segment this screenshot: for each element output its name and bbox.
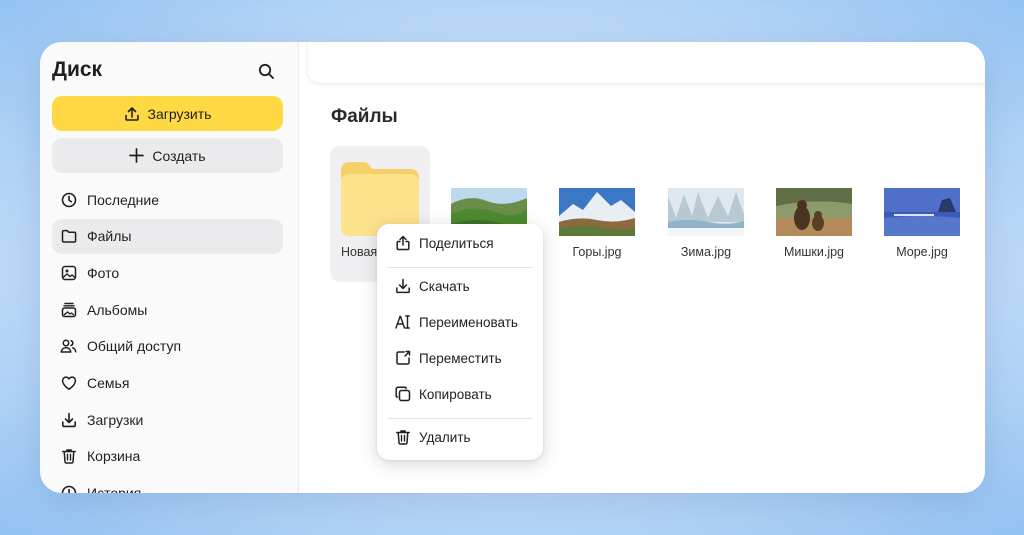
albums-icon <box>61 302 76 317</box>
menu-item-label: Копировать <box>419 386 492 402</box>
file-name: Зима.jpg <box>680 245 732 259</box>
disk-window: Диск Загрузить Создать Последние Файлы Ф… <box>40 42 985 493</box>
sidebar-item-label: Общий доступ <box>87 338 182 355</box>
sidebar-item-label: Загрузки <box>87 411 144 428</box>
menu-item-download[interactable]: Скачать <box>377 271 543 301</box>
copy-icon <box>395 386 411 402</box>
sidebar-item-files[interactable]: Файлы <box>52 218 283 254</box>
file-name: Новая <box>341 245 378 259</box>
sidebar: Диск Загрузить Создать Последние Файлы Ф… <box>40 42 299 493</box>
sidebar-nav: Последние Файлы Фото Альбомы Общий досту… <box>52 182 283 493</box>
sidebar-item-label: Фото <box>87 264 120 281</box>
file-name: Море.jpg <box>896 245 948 259</box>
context-menu: Поделиться Скачать Переименовать Перемес… <box>377 224 543 460</box>
history-icon <box>61 485 76 493</box>
sidebar-item-albums[interactable]: Альбомы <box>52 292 283 327</box>
photo-icon <box>61 265 76 281</box>
file-tile-image[interactable]: Мишки.jpg <box>764 146 864 282</box>
shared-icon <box>60 339 77 353</box>
winter-river-thumbnail <box>668 188 744 236</box>
family-heart-icon <box>61 376 76 390</box>
app-logo[interactable]: Диск <box>52 58 102 82</box>
sidebar-item-label: Последние <box>87 191 160 208</box>
image-thumbnail <box>884 188 960 236</box>
file-tile-image[interactable]: Море.jpg <box>872 146 972 282</box>
sidebar-item-label: Альбомы <box>87 301 148 318</box>
plus-icon <box>129 148 145 163</box>
clock-icon <box>61 192 76 207</box>
menu-item-rename[interactable]: Переименовать <box>377 307 543 337</box>
upload-button-label: Загрузить <box>147 105 212 122</box>
menu-item-move[interactable]: Переместить <box>377 343 543 373</box>
sidebar-item-downloads[interactable]: Загрузки <box>52 402 283 437</box>
search-button[interactable] <box>254 59 278 83</box>
image-thumbnail <box>776 188 852 236</box>
share-icon <box>396 235 410 251</box>
menu-item-copy[interactable]: Копировать <box>377 379 543 409</box>
sidebar-item-shared[interactable]: Общий доступ <box>52 329 283 364</box>
sidebar-item-recent[interactable]: Последние <box>52 182 283 217</box>
sidebar-item-photo[interactable]: Фото <box>52 255 283 290</box>
menu-item-label: Переместить <box>419 350 502 366</box>
sidebar-item-history[interactable]: История <box>52 476 283 493</box>
sea-pier-thumbnail <box>884 188 960 236</box>
file-tile-image[interactable]: Зима.jpg <box>656 146 756 282</box>
file-tile-image[interactable]: Горы.jpg <box>547 146 647 282</box>
menu-divider <box>387 267 533 268</box>
sidebar-item-label: История <box>87 485 142 493</box>
download-icon <box>396 278 410 294</box>
sidebar-item-label: Корзина <box>87 448 141 465</box>
create-button-label: Создать <box>152 147 206 164</box>
top-bar <box>308 42 985 83</box>
trash-icon <box>396 430 410 445</box>
upload-button[interactable]: Загрузить <box>52 96 283 131</box>
sidebar-item-trash[interactable]: Корзина <box>52 439 283 474</box>
move-icon <box>396 350 411 365</box>
download-icon <box>61 412 76 427</box>
menu-item-label: Поделиться <box>419 235 494 251</box>
snowy-mountains-thumbnail <box>559 188 635 236</box>
file-name: Мишки.jpg <box>783 245 845 259</box>
page-title: Файлы <box>331 106 398 127</box>
menu-item-delete[interactable]: Удалить <box>377 422 543 452</box>
folder-icon <box>61 229 76 243</box>
rename-icon <box>395 315 410 329</box>
file-name: Горы.jpg <box>572 245 622 259</box>
bears-thumbnail <box>776 188 852 236</box>
trash-icon <box>61 449 76 465</box>
menu-item-label: Скачать <box>419 278 470 294</box>
upload-icon <box>124 106 139 121</box>
image-thumbnail <box>668 188 744 236</box>
menu-divider <box>387 418 533 419</box>
image-thumbnail <box>559 188 635 236</box>
sidebar-item-family[interactable]: Семья <box>52 365 283 400</box>
menu-item-label: Переименовать <box>419 314 518 330</box>
sidebar-item-label: Семья <box>87 374 130 391</box>
menu-item-share[interactable]: Поделиться <box>377 228 543 258</box>
menu-item-label: Удалить <box>419 429 471 445</box>
sidebar-item-label: Файлы <box>87 228 132 245</box>
search-icon <box>258 63 274 79</box>
create-button[interactable]: Создать <box>52 138 283 173</box>
